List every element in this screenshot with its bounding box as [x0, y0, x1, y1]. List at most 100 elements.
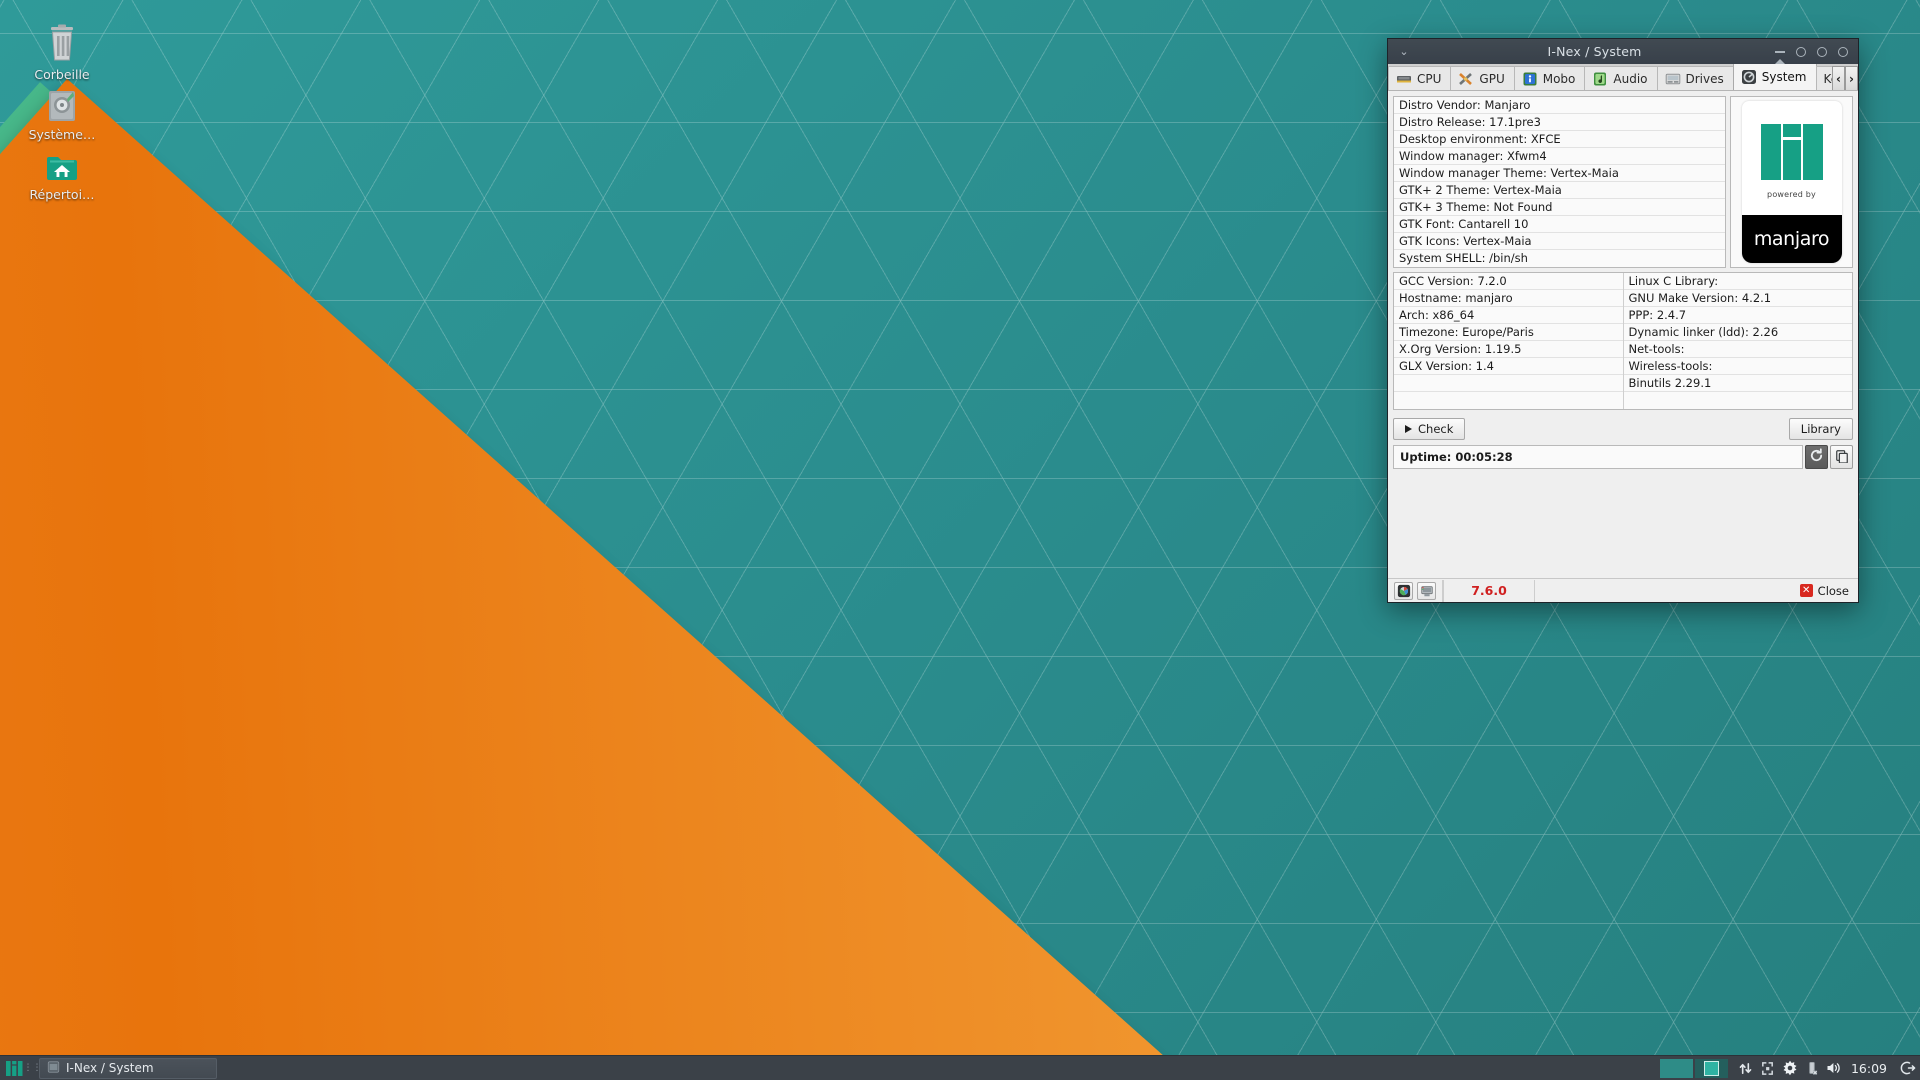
table-row: Hostname: manjaro [1394, 290, 1623, 307]
tab-scroll-prev-button[interactable]: ‹ [1832, 66, 1845, 91]
maximize-button[interactable] [1817, 47, 1827, 57]
close-button-label: Close [1818, 584, 1849, 598]
list-item: GTK Icons: Vertex-Maia [1394, 233, 1725, 250]
gpu-icon [1458, 71, 1474, 87]
table-row: Dynamic linker (ldd): 2.26 [1624, 324, 1853, 341]
list-item: Window manager Theme: Vertex-Maia [1394, 165, 1725, 182]
tab-system[interactable]: System [1733, 64, 1817, 90]
volume-icon[interactable] [1823, 1056, 1845, 1081]
system-info-list: Distro Vendor: Manjaro Distro Release: 1… [1393, 96, 1726, 268]
desktop-icon-trash[interactable]: Corbeille [14, 18, 110, 83]
close-window-button[interactable]: ✕ Close [1794, 584, 1858, 598]
workspace-2[interactable] [1695, 1059, 1728, 1078]
distro-logo-panel: powered by manjaro [1730, 96, 1853, 268]
check-button-label: Check [1418, 422, 1453, 436]
list-item: System SHELL: /bin/sh [1394, 250, 1725, 267]
window-title: I-Nex / System [1414, 44, 1775, 59]
manjaro-logo-card: powered by manjaro [1742, 101, 1842, 263]
tab-label: Audio [1613, 72, 1647, 86]
uptime-field: Uptime: 00:05:28 [1393, 445, 1803, 469]
close-x-icon: ✕ [1800, 584, 1813, 597]
table-row: GLX Version: 1.4 [1394, 358, 1623, 375]
tab-cpu[interactable]: CPU [1388, 66, 1451, 90]
table-row [1394, 375, 1623, 392]
manjaro-logo-icon [1761, 124, 1823, 183]
check-button[interactable]: Check [1393, 418, 1465, 440]
circle-icon [1817, 47, 1827, 57]
workspace-1[interactable] [1660, 1059, 1693, 1078]
table-row: Binutils 2.29.1 [1624, 375, 1853, 392]
taskbar[interactable]: ⋮⋮ I-Nex / System 16:09 [0, 1055, 1920, 1080]
motherboard-info-icon [1522, 71, 1538, 87]
table-row: Arch: x86_64 [1394, 307, 1623, 324]
list-item: Distro Release: 17.1pre3 [1394, 114, 1725, 131]
list-item: Window manager: Xfwm4 [1394, 148, 1725, 165]
drag-handle-icon[interactable]: ⋮⋮ [28, 1063, 37, 1073]
statusbar-tools [1388, 580, 1443, 602]
manjaro-wordmark: manjaro [1742, 215, 1842, 263]
table-row: Linux C Library: [1624, 273, 1853, 290]
settings-gear-icon[interactable] [1779, 1056, 1801, 1081]
desktop[interactable]: Corbeille Système… Répertoi… [0, 0, 1920, 1080]
table-row: Timezone: Europe/Paris [1394, 324, 1623, 341]
table-row: X.Org Version: 1.19.5 [1394, 341, 1623, 358]
system-tray[interactable]: 16:09 [1659, 1056, 1920, 1081]
shade-icon [1775, 45, 1785, 64]
details-column-right: Linux C Library: GNU Make Version: 4.2.1… [1624, 273, 1853, 409]
logout-icon[interactable] [1896, 1060, 1920, 1076]
audio-note-icon [1592, 71, 1608, 87]
table-row: Net-tools: [1624, 341, 1853, 358]
battery-icon[interactable] [1801, 1056, 1823, 1081]
version-label: 7.6.0 [1443, 580, 1535, 602]
taskbar-window-button[interactable]: I-Nex / System [39, 1058, 217, 1079]
clipboard-icon[interactable] [1757, 1056, 1779, 1081]
tab-label: GPU [1479, 72, 1504, 86]
statusbar-spacer [1535, 580, 1794, 602]
workspace-switcher[interactable] [1659, 1056, 1729, 1081]
library-button-label: Library [1801, 422, 1841, 436]
play-icon [1405, 425, 1412, 433]
desktop-icon-system[interactable]: Système… [14, 78, 110, 143]
refresh-icon [1809, 448, 1824, 466]
tab-strip[interactable]: CPU GPU Mobo Audio [1388, 64, 1858, 91]
tab-scroll-controls[interactable]: ‹ › [1832, 66, 1858, 91]
circle-icon [1838, 47, 1848, 57]
desktop-icon-label: Répertoi… [14, 187, 110, 203]
table-row [1394, 392, 1623, 409]
home-folder-icon [14, 138, 110, 182]
system-icon [1741, 69, 1757, 85]
library-button[interactable]: Library [1789, 418, 1853, 440]
close-button[interactable] [1838, 47, 1848, 57]
refresh-button[interactable] [1805, 445, 1828, 469]
tab-scroll-next-button[interactable]: › [1845, 66, 1858, 91]
tab-gpu[interactable]: GPU [1450, 66, 1514, 90]
tab-label: Mobo [1543, 72, 1576, 86]
powered-by-label: powered by [1767, 190, 1816, 199]
network-activity-icon[interactable] [1735, 1056, 1757, 1081]
window-titlebar[interactable]: ⌄ I-Nex / System [1388, 39, 1858, 64]
clock[interactable]: 16:09 [1845, 1061, 1896, 1076]
window-statusbar: 7.6.0 ✕ Close [1388, 578, 1858, 602]
table-row: GCC Version: 7.2.0 [1394, 273, 1623, 290]
screenshot-icon[interactable] [1394, 582, 1413, 600]
tab-mobo[interactable]: Mobo [1514, 66, 1586, 90]
cpu-chip-icon [1396, 71, 1412, 87]
details-table: GCC Version: 7.2.0 Hostname: manjaro Arc… [1393, 272, 1853, 410]
table-row: GNU Make Version: 4.2.1 [1624, 290, 1853, 307]
uptime-row: Uptime: 00:05:28 [1393, 445, 1853, 473]
network-report-icon[interactable] [1417, 582, 1436, 600]
copy-button[interactable] [1830, 445, 1853, 469]
table-row [1624, 392, 1853, 409]
tab-label: CPU [1417, 72, 1441, 86]
details-column-left: GCC Version: 7.2.0 Hostname: manjaro Arc… [1394, 273, 1624, 409]
chevron-down-icon[interactable]: ⌄ [1394, 45, 1414, 58]
list-item: GTK Font: Cantarell 10 [1394, 216, 1725, 233]
tab-drives[interactable]: Drives [1657, 66, 1734, 90]
minimize-button[interactable] [1796, 47, 1806, 57]
tab-audio[interactable]: Audio [1584, 66, 1657, 90]
desktop-icon-home[interactable]: Répertoi… [14, 138, 110, 203]
list-item: GTK+ 2 Theme: Vertex-Maia [1394, 182, 1725, 199]
inex-window[interactable]: ⌄ I-Nex / System CPU GPU [1387, 38, 1859, 603]
circle-icon [1796, 47, 1806, 57]
disk-drive-icon [14, 78, 110, 122]
